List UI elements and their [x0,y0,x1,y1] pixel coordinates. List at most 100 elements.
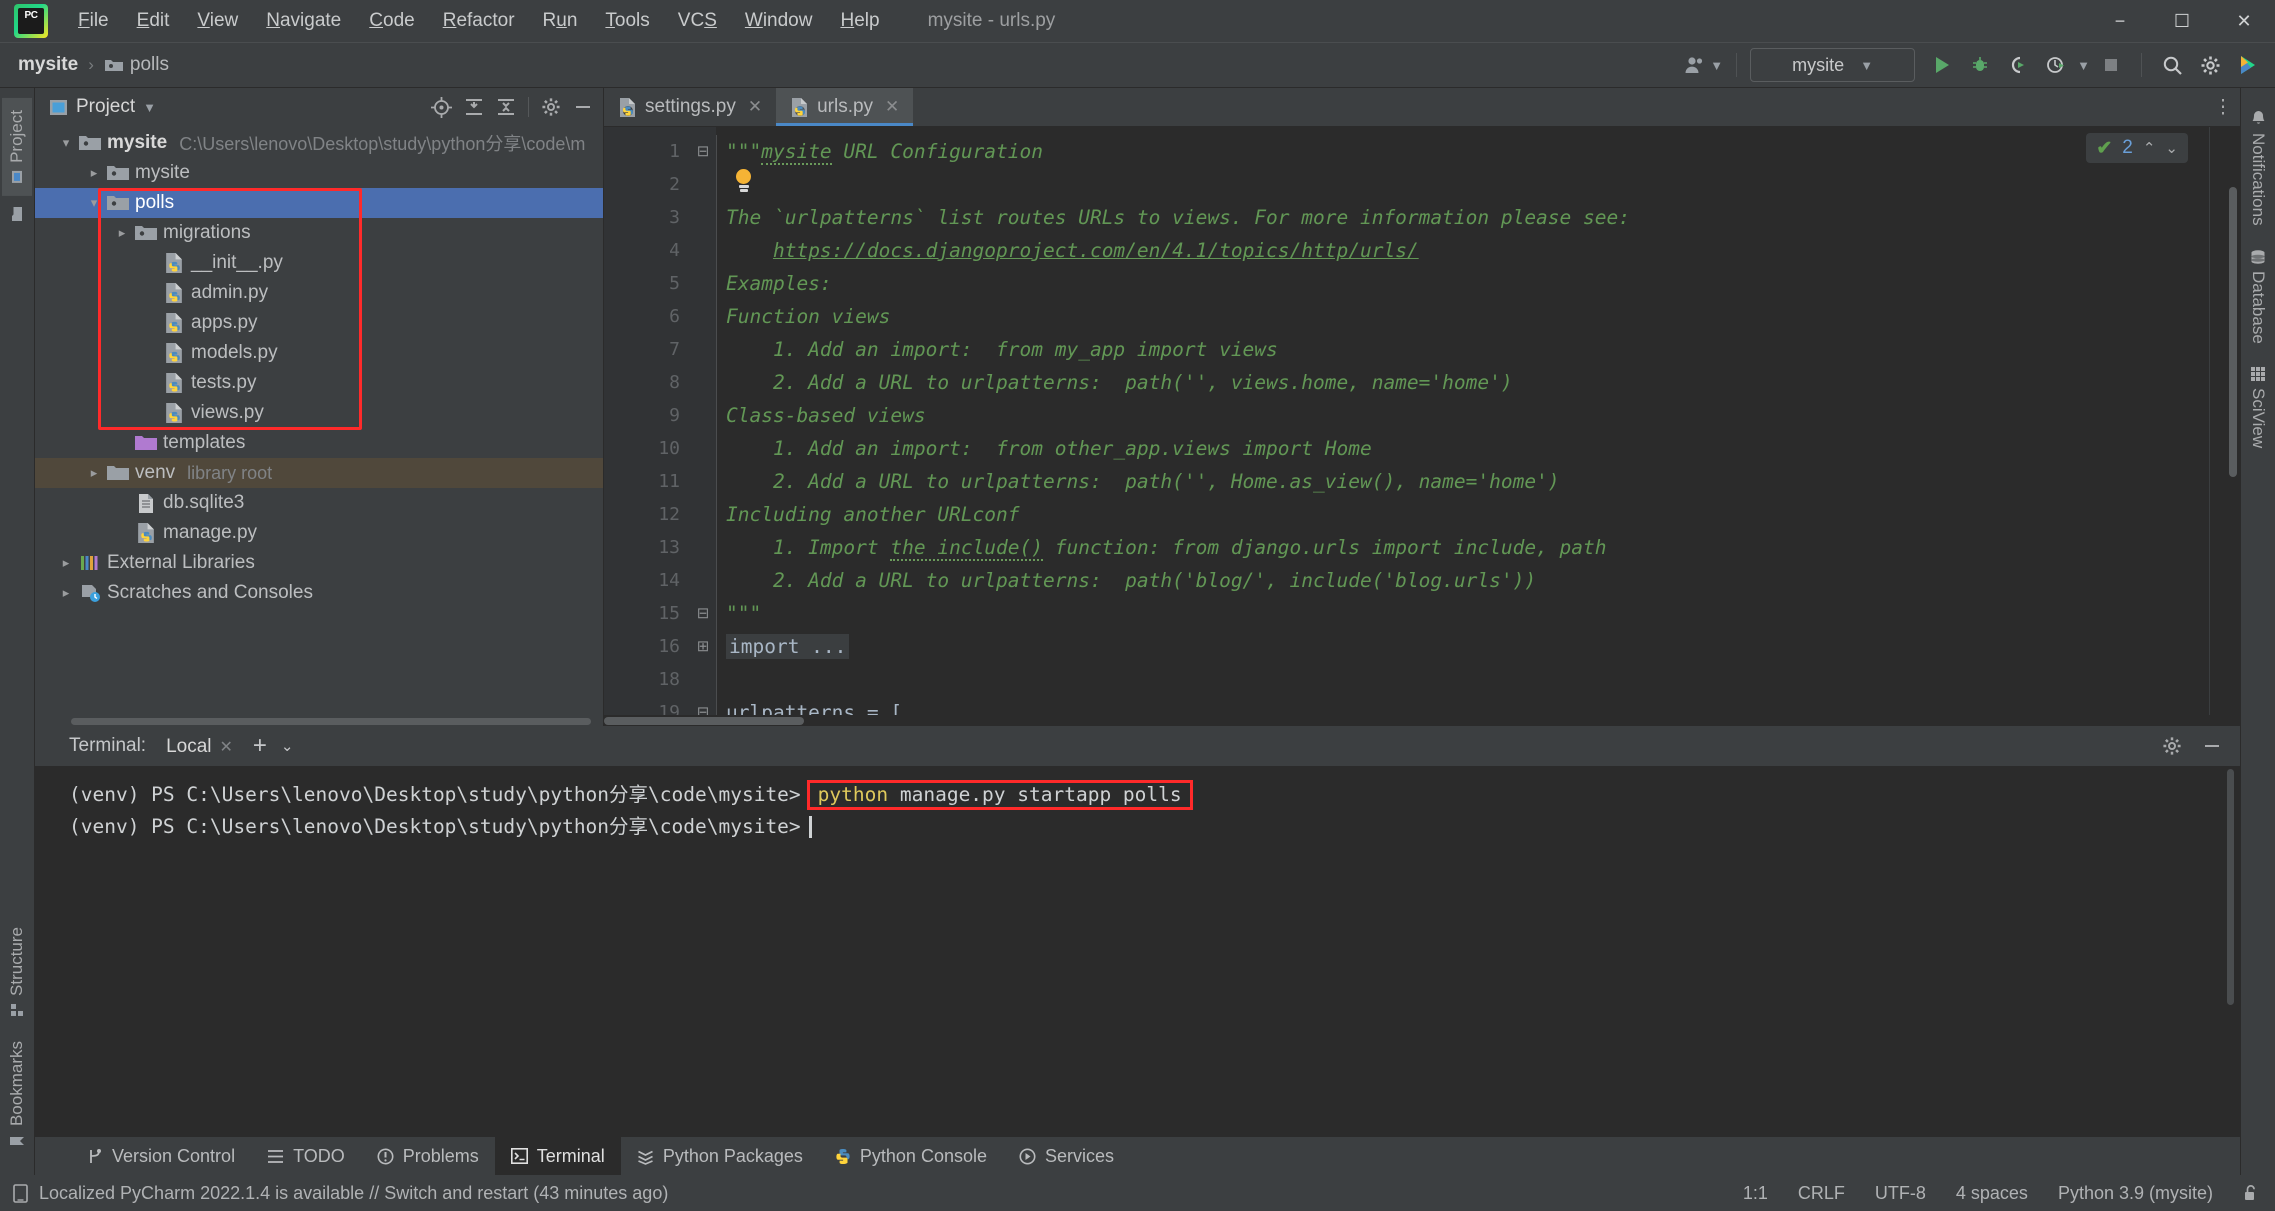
run-icon[interactable] [1925,48,1959,82]
collapse-all-icon[interactable] [496,97,516,117]
file-encoding[interactable]: UTF-8 [1875,1183,1926,1204]
tool-window-button-version-control[interactable]: Version Control [71,1137,251,1175]
settings-icon[interactable] [541,97,561,117]
tree-item-apps-py[interactable]: apps.py [35,308,603,338]
menu-file[interactable]: File [64,6,123,36]
scrollbar-thumb[interactable] [604,717,804,725]
fold-toggle-icon[interactable]: ⊟ [690,597,716,630]
inspection-widget[interactable]: ✔ 2 ⌃ ⌄ [2086,133,2188,163]
user-caret-icon[interactable]: ▼ [1710,58,1723,73]
menu-navigate[interactable]: Navigate [252,6,355,36]
locate-icon[interactable] [431,96,452,118]
stop-icon[interactable] [2094,48,2128,82]
code-line[interactable]: 1. Import the include() function: from d… [716,531,2240,564]
breadcrumb-root[interactable]: mysite [18,54,78,76]
tree-item-db-sqlite3[interactable]: db.sqlite3 [35,488,603,518]
tree-item-views-py[interactable]: views.py [35,398,603,428]
expand-all-icon[interactable] [464,97,484,117]
python-interpreter[interactable]: Python 3.9 (mysite) [2058,1183,2213,1204]
editor-options-icon[interactable]: ⋮ [2206,88,2240,126]
tree-item-venv[interactable]: ▸ venv library root [35,458,603,488]
breadcrumb-item[interactable]: polls [130,54,169,76]
profile-caret-icon[interactable]: ▼ [2077,58,2090,73]
settings-icon[interactable] [2162,736,2182,756]
tree-item-templates[interactable]: templates [35,428,603,458]
code-line[interactable]: The `urlpatterns` list routes URLs to vi… [716,201,2240,234]
indentation[interactable]: 4 spaces [1956,1183,2028,1204]
menu-edit[interactable]: Edit [123,6,184,36]
maximize-button[interactable]: ☐ [2151,0,2213,42]
search-everywhere-icon[interactable] [2155,48,2189,82]
ide-message-icon[interactable] [12,1183,29,1203]
code-line[interactable]: """ [716,597,2240,630]
tree-item-mysite[interactable]: ▸ mysite [35,158,603,188]
fold-toggle-icon[interactable]: ⊞ [690,630,716,663]
fold-toggle-icon[interactable]: ⊟ [690,135,716,168]
rail-tab-notifications[interactable]: Notifications [2243,98,2273,238]
code-line[interactable]: """mysite URL Configuration [716,135,2240,168]
tool-window-button-python-packages[interactable]: Python Packages [621,1137,819,1175]
code-editor[interactable]: 1 2 3 4 5 6 7 8 9 10 11 12 13 14 15 16 18 19 ⊟ ⊟ ⊞ ⊟ """mysi… [604,127,2240,715]
scrollbar-thumb[interactable] [71,718,591,725]
code-line[interactable]: 1. Add an import: from my_app import vie… [716,333,2240,366]
tree-item-tests-py[interactable]: tests.py [35,368,603,398]
menu-vcs[interactable]: VCS [664,6,731,36]
previous-highlight-icon[interactable]: ⌃ [2143,139,2156,157]
rail-folder-icon-slot[interactable] [5,196,29,232]
tool-window-button-services[interactable]: Services [1003,1137,1130,1175]
chevron-right-icon[interactable]: ▸ [55,585,77,601]
rail-tab-sciview[interactable]: SciView [2243,355,2273,460]
code-line[interactable]: Examples: [716,267,2240,300]
close-icon[interactable]: ✕ [748,97,762,117]
editor-vertical-scrollbar[interactable] [2229,187,2237,477]
project-horizontal-scrollbar[interactable] [35,717,603,726]
code-line[interactable]: 2. Add a URL to urlpatterns: path('', vi… [716,366,2240,399]
code-line[interactable]: Class-based views [716,399,2240,432]
chevron-right-icon[interactable]: ▸ [55,555,77,571]
menu-view[interactable]: View [183,6,252,36]
chevron-right-icon[interactable]: ▸ [83,165,105,181]
menu-window[interactable]: Window [731,6,827,36]
tool-window-button-problems[interactable]: Problems [361,1137,495,1175]
tree-item-migrations[interactable]: ▸ migrations [35,218,603,248]
chevron-down-icon[interactable]: ▾ [55,135,77,151]
code-folding-gutter[interactable]: ⊟ ⊟ ⊞ ⊟ [690,127,716,715]
terminal-output[interactable]: (venv) PS C:\Users\lenovo\Desktop\study\… [35,767,2240,1136]
project-tree[interactable]: ▾ mysite C:\Users\lenovo\Desktop\study\pyt… [35,126,603,717]
tree-item-admin-py[interactable]: admin.py [35,278,603,308]
code-line[interactable]: 2. Add a URL to urlpatterns: path('', Ho… [716,465,2240,498]
new-terminal-session-button[interactable]: + [253,732,267,760]
tool-window-button-python-console[interactable]: Python Console [819,1137,1003,1175]
editor-horizontal-scrollbar[interactable] [604,715,2240,726]
coverage-icon[interactable] [2001,48,2035,82]
profile-icon[interactable] [2039,48,2073,82]
hide-icon[interactable] [573,97,593,117]
tree-item-manage-py[interactable]: manage.py [35,518,603,548]
run-configuration-selector[interactable]: mysite ▼ [1750,48,1916,82]
code-line[interactable]: 1. Add an import: from other_app.views i… [716,432,2240,465]
tree-item-scratches-and-consoles[interactable]: ▸ Scratches and Consoles [35,578,603,608]
terminal-sessions-dropdown-icon[interactable]: ⌄ [281,737,294,755]
rail-tab-project[interactable]: Project [2,98,32,196]
tool-window-button-terminal[interactable]: Terminal [494,1137,621,1175]
tree-item-models-py[interactable]: models.py [35,338,603,368]
line-separator[interactable]: CRLF [1798,1183,1845,1204]
code-line[interactable] [716,168,2240,201]
rail-tab-structure[interactable]: Structure [2,915,32,1029]
tab-urls-py[interactable]: urls.py ✕ [776,88,914,126]
code-line[interactable]: 2. Add a URL to urlpatterns: path('blog/… [716,564,2240,597]
tree-item-polls[interactable]: ▾ polls [35,188,603,218]
code-line[interactable]: Function views [716,300,2240,333]
chevron-right-icon[interactable]: ▸ [111,225,133,241]
tree-item-mysite[interactable]: ▾ mysite C:\Users\lenovo\Desktop\study\pyt… [35,128,603,158]
caret-position[interactable]: 1:1 [1743,1183,1768,1204]
chevron-down-icon[interactable]: ▾ [83,195,105,211]
code-line[interactable]: https://docs.djangoproject.com/en/4.1/to… [716,234,2240,267]
tree-item-external-libraries[interactable]: ▸ External Libraries [35,548,603,578]
debug-icon[interactable] [1963,48,1997,82]
close-icon[interactable]: ✕ [220,737,233,757]
updates-icon[interactable] [2231,48,2265,82]
menu-refactor[interactable]: Refactor [429,6,529,36]
code-line[interactable] [716,663,2240,696]
menu-help[interactable]: Help [826,6,893,36]
